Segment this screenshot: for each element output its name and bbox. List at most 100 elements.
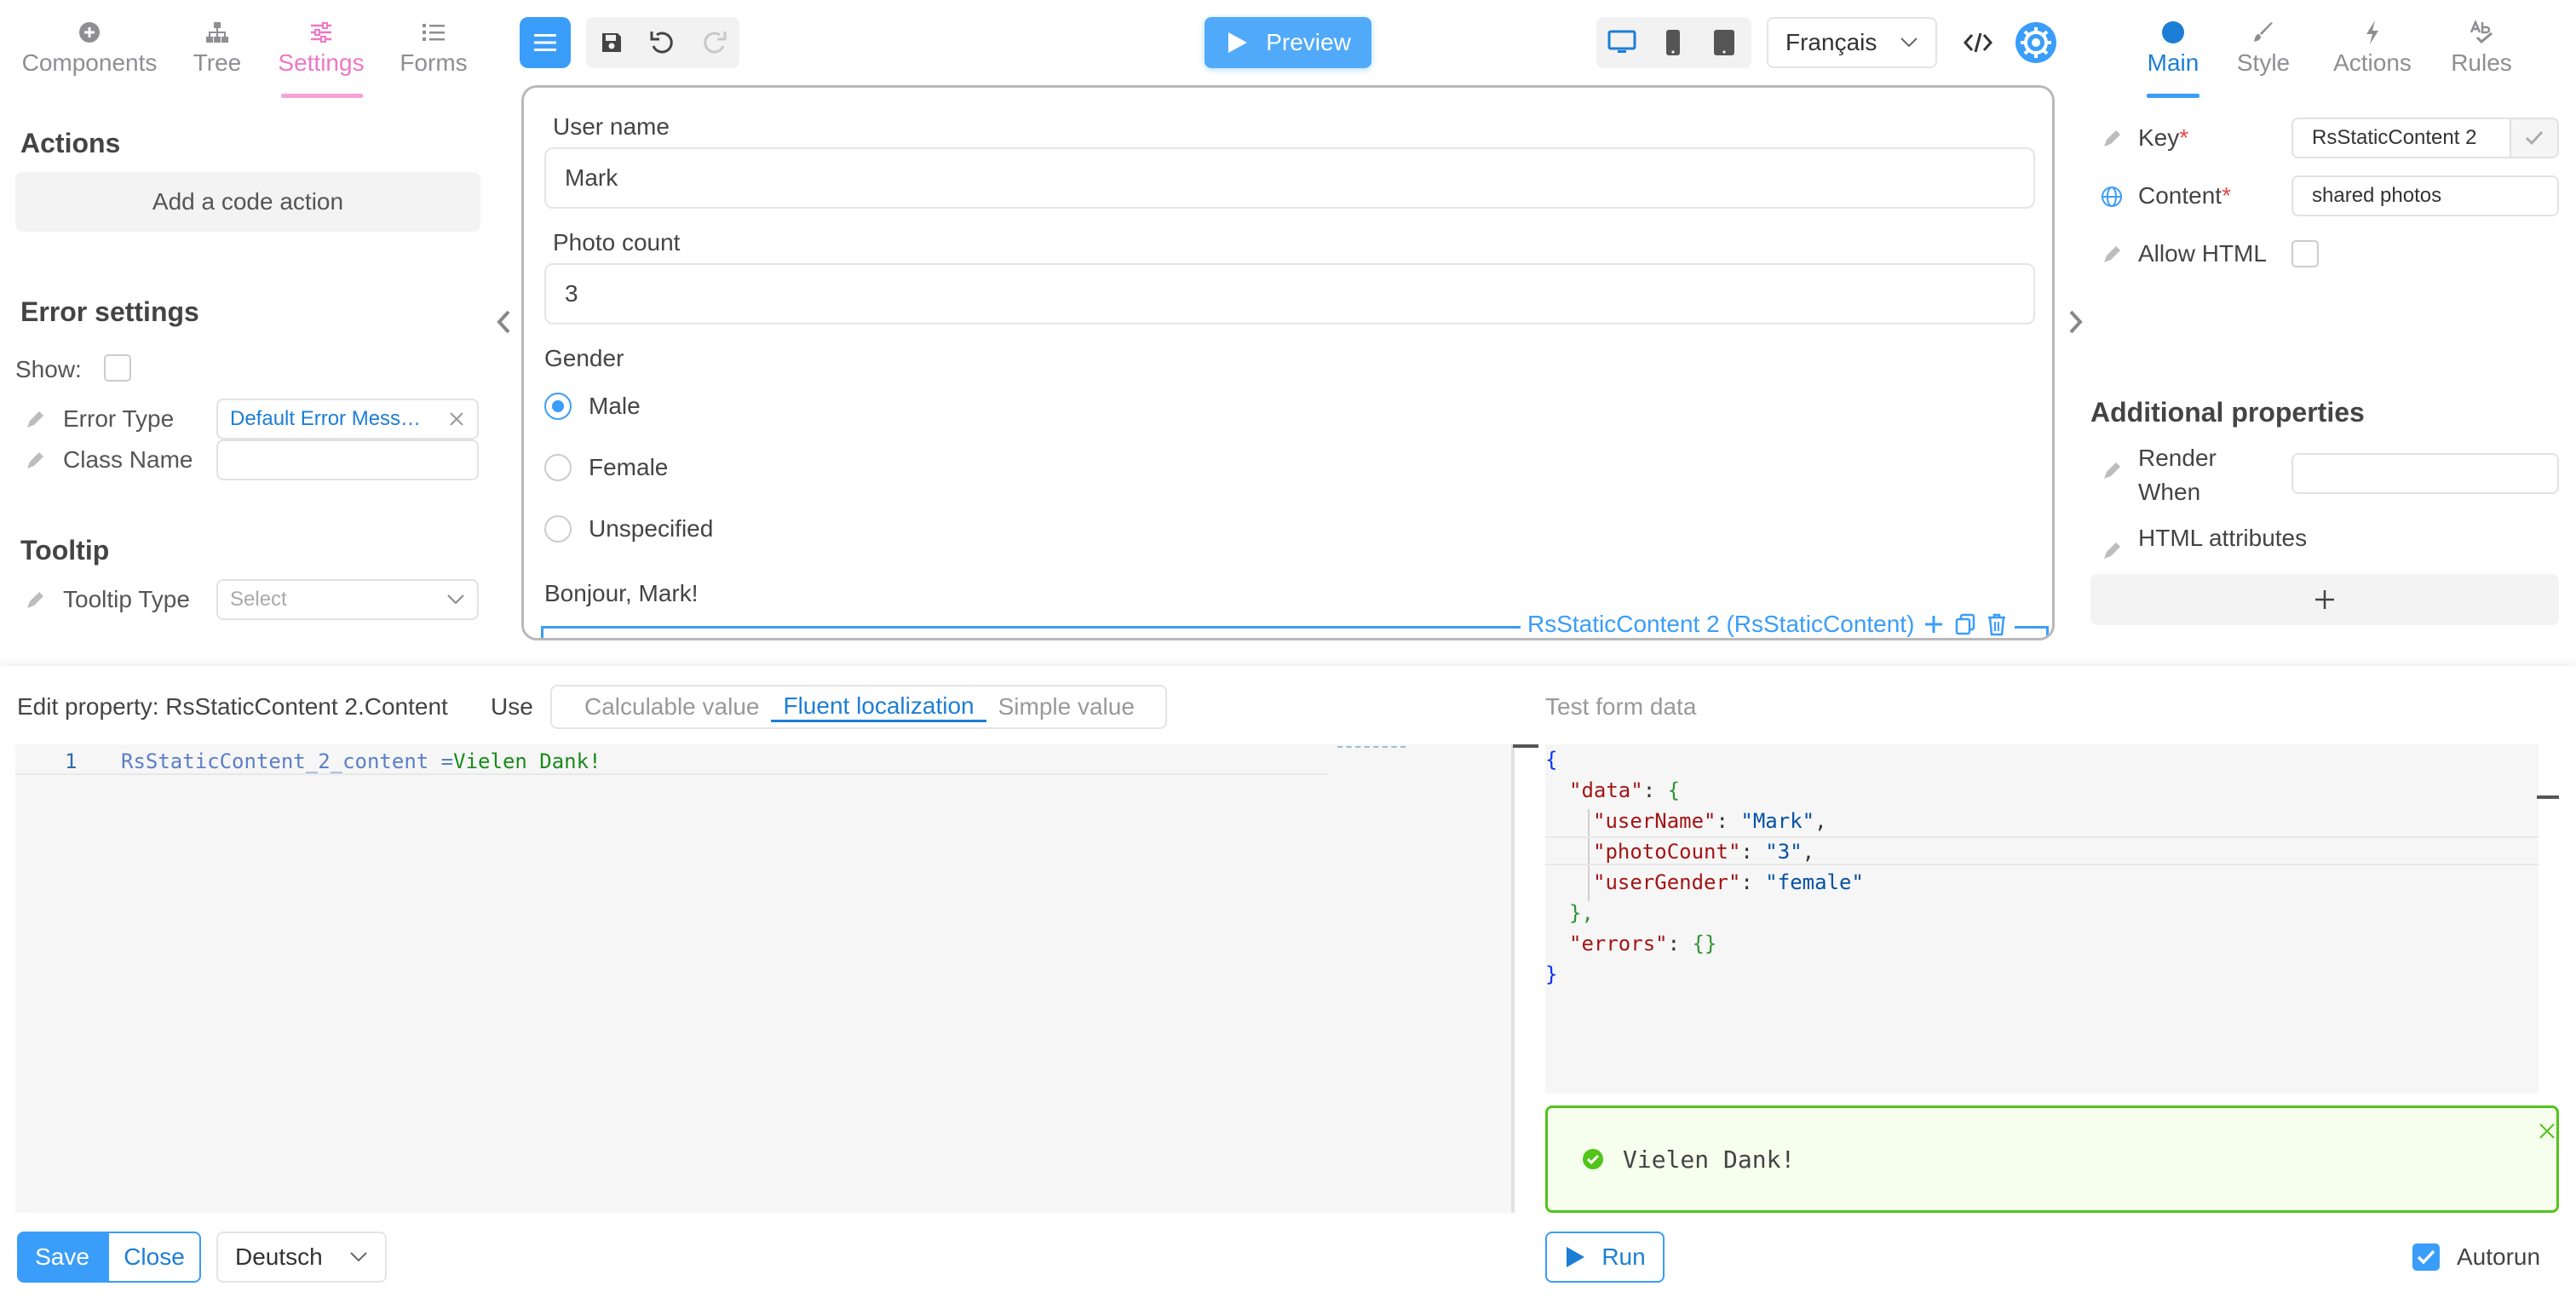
chevron-down-icon: [350, 1252, 367, 1262]
desktop-icon: [1607, 30, 1636, 53]
radio-label-unspecified: Unspecified: [589, 515, 714, 542]
editor-language-value: Deutsch: [235, 1243, 323, 1270]
play-icon: [1228, 32, 1248, 53]
radio-female[interactable]: [544, 454, 572, 481]
autorun-checkbox[interactable]: [2412, 1243, 2440, 1271]
tab-actions[interactable]: Actions: [2317, 15, 2428, 77]
tab-forms[interactable]: Forms: [361, 15, 506, 77]
save-toolbar-button[interactable]: [586, 17, 637, 68]
error-type-select[interactable]: Default Error Mess…: [216, 399, 479, 439]
json-line: }: [1545, 962, 1558, 986]
class-name-label: Class Name: [63, 446, 193, 473]
add-icon[interactable]: [1923, 613, 1945, 635]
close-icon[interactable]: [448, 411, 465, 428]
add-code-action-button[interactable]: Add a code action: [15, 172, 480, 232]
json-line: "data": {: [1569, 778, 1681, 802]
menu-button[interactable]: [520, 17, 571, 68]
tooltip-type-label: Tooltip Type: [63, 586, 190, 612]
editor-language-select[interactable]: Deutsch: [216, 1232, 387, 1283]
active-tab-indicator: [2147, 94, 2199, 98]
circle-icon: [2161, 15, 2185, 49]
json-line: "userName": "Mark",: [1593, 809, 1827, 833]
trash-icon[interactable]: [1986, 612, 2008, 636]
line-number: 1: [65, 749, 78, 773]
tab-label: Actions: [2333, 49, 2412, 76]
form-canvas: User name Mark Photo count 3 Gender Male…: [521, 85, 2055, 640]
key-input[interactable]: RsStaticContent 2: [2291, 118, 2559, 158]
tab-components[interactable]: Components: [17, 15, 162, 77]
radio-unspecified[interactable]: [544, 515, 572, 543]
class-name-input[interactable]: [216, 439, 479, 480]
collapse-right-button[interactable]: [2063, 305, 2089, 339]
json-line: },: [1569, 901, 1594, 925]
radio-male[interactable]: [544, 393, 572, 420]
test-form-data-title: Test form data: [1545, 693, 1697, 720]
redo-button[interactable]: [688, 17, 739, 68]
user-name-input[interactable]: Mark: [544, 147, 2035, 209]
allow-html-checkbox[interactable]: [2291, 240, 2319, 267]
test-data-editor[interactable]: { "data": { "userName": "Mark", "photoCo…: [1545, 744, 2559, 1094]
tooltip-type-select[interactable]: Select: [216, 579, 479, 620]
check-icon: [2525, 130, 2544, 146]
code-view-button[interactable]: [1956, 20, 2000, 65]
chevron-left-icon: [497, 310, 510, 334]
user-name-label: User name: [553, 113, 670, 140]
use-label: Use: [491, 693, 533, 720]
mobile-icon: [1666, 30, 1680, 55]
show-label: Show:: [15, 356, 82, 382]
run-button[interactable]: Run: [1545, 1232, 1665, 1283]
error-settings-title: Error settings: [20, 296, 199, 327]
add-html-attribute-button[interactable]: [2090, 574, 2559, 625]
device-toolbar: [1596, 17, 1751, 68]
desktop-view-button[interactable]: [1596, 17, 1647, 68]
close-button[interactable]: Close: [107, 1232, 201, 1283]
radio-label-male: Male: [589, 393, 641, 419]
mode-fluent[interactable]: Fluent localization: [771, 692, 986, 722]
photo-count-value: 3: [565, 280, 578, 307]
render-when-input[interactable]: [2291, 453, 2559, 494]
globe-icon[interactable]: [2101, 186, 2123, 208]
pen-icon: [2104, 543, 2120, 559]
tab-style[interactable]: Style: [2208, 15, 2319, 77]
mode-calculable[interactable]: Calculable value: [572, 693, 771, 721]
pen-icon: [27, 452, 43, 468]
allow-html-label: Allow HTML: [2138, 240, 2267, 267]
code-line: RsStaticContent_2_content =Vielen Dank!: [121, 749, 601, 773]
tooltip-title: Tooltip: [20, 535, 110, 566]
preview-label: Preview: [1266, 29, 1351, 55]
mode-simple[interactable]: Simple value: [986, 693, 1147, 721]
confirm-key-button[interactable]: [2510, 119, 2557, 157]
mobile-view-button[interactable]: [1647, 17, 1699, 68]
save-button[interactable]: Save: [17, 1232, 107, 1283]
collapse-left-button[interactable]: [491, 305, 516, 339]
code-editor[interactable]: 1 RsStaticContent_2_content =Vielen Dank…: [15, 744, 1515, 1213]
preview-button[interactable]: Preview: [1205, 17, 1371, 68]
tab-label: Main: [2147, 49, 2199, 76]
language-select[interactable]: Français: [1767, 17, 1937, 68]
spellcheck-icon: [2469, 15, 2494, 49]
scrollbar-thumb[interactable]: [2537, 795, 2559, 799]
close-icon[interactable]: [2538, 1122, 2556, 1140]
bolt-icon: [2364, 15, 2381, 49]
tab-label: Style: [2236, 49, 2291, 76]
check-circle-icon: [1583, 1149, 1603, 1169]
floppy-icon: [602, 33, 621, 52]
theme-settings-button[interactable]: [2014, 20, 2058, 65]
content-input[interactable]: shared photos: [2291, 175, 2559, 216]
editor-divider: [1511, 744, 1515, 1213]
value-mode-segmented: Calculable value Fluent localization Sim…: [550, 685, 1167, 729]
pen-icon: [2104, 462, 2120, 479]
check-icon: [2417, 1249, 2435, 1265]
tab-label: Forms: [400, 49, 468, 76]
photo-count-input[interactable]: 3: [544, 263, 2035, 324]
tab-rules[interactable]: Rules: [2426, 15, 2537, 77]
show-errors-checkbox[interactable]: [104, 354, 131, 382]
chevron-down-icon: [1900, 37, 1918, 48]
error-type-value: Default Error Mess…: [230, 407, 422, 430]
scrollbar-thumb[interactable]: [1513, 744, 1538, 748]
undo-button[interactable]: [637, 17, 688, 68]
brush-icon: [2252, 15, 2274, 49]
tablet-view-button[interactable]: [1699, 17, 1750, 68]
copy-icon[interactable]: [1953, 612, 1977, 636]
tablet-icon: [1714, 30, 1734, 55]
